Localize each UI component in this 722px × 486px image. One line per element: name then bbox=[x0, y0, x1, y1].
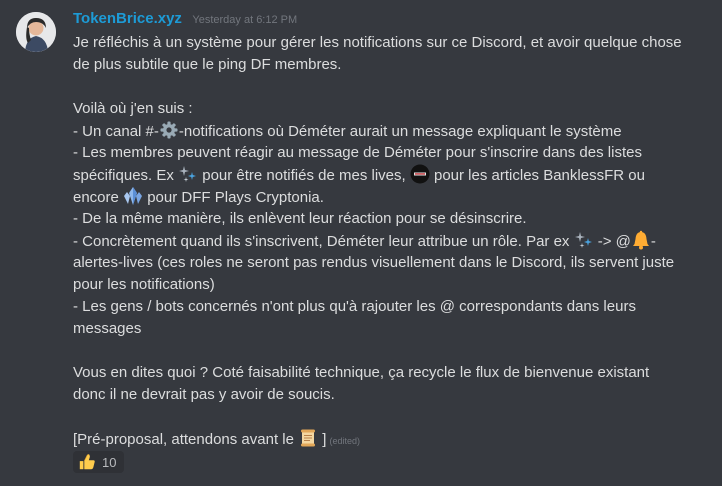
crystal-icon[interactable] bbox=[123, 186, 143, 206]
avatar[interactable] bbox=[16, 12, 56, 52]
bell-icon[interactable] bbox=[631, 230, 651, 250]
text-segment: -> @ bbox=[593, 233, 631, 250]
thumbs-up-icon bbox=[78, 453, 96, 471]
message-line: donc il ne devrait pas y avoir de soucis… bbox=[73, 386, 335, 403]
chat-message: TokenBrice.xyz Yesterday at 6:12 PM Je r… bbox=[0, 0, 722, 486]
edited-label: (edited) bbox=[329, 436, 360, 446]
text-segment: ] bbox=[318, 431, 327, 448]
message-line: - Les gens / bots concernés n'ont plus q… bbox=[73, 298, 636, 315]
message-line: - Les membres peuvent réagir au message … bbox=[73, 144, 642, 161]
text-segment: - Un canal #- bbox=[73, 123, 159, 140]
text-segment: - bbox=[650, 233, 656, 250]
scroll-icon[interactable] bbox=[298, 428, 318, 448]
sparkles-icon[interactable] bbox=[574, 230, 594, 250]
message-line: - Un canal #- -notifications où Déméter a… bbox=[73, 120, 713, 142]
text-segment: [Pré-proposal, attendons avant le bbox=[73, 431, 299, 448]
message-line: spécifiques. Ex pour être notifiés de me… bbox=[73, 164, 713, 186]
text-segment: -notifications où Déméter aurait un mess… bbox=[178, 123, 622, 140]
gear-icon[interactable] bbox=[159, 120, 179, 140]
message-line: pour les notifications) bbox=[73, 276, 215, 293]
text-segment: spécifiques. Ex bbox=[73, 167, 179, 184]
message-content: Je réfléchis à un système pour gérer les… bbox=[73, 32, 713, 450]
text-segment: - Concrètement quand ils s'inscrivent, D… bbox=[73, 233, 574, 250]
message-line: messages bbox=[73, 320, 142, 337]
message-header: TokenBrice.xyz Yesterday at 6:12 PM bbox=[73, 10, 297, 30]
text-segment: pour les articles BanklessFR ou bbox=[429, 167, 645, 184]
text-segment: pour DFF Plays Cryptonia. bbox=[143, 189, 324, 206]
message-line: Voilà où j'en suis : bbox=[73, 100, 193, 117]
message-line: Vous en dites quoi ? Coté faisabilité te… bbox=[73, 364, 650, 381]
message-line: - Concrètement quand ils s'inscrivent, D… bbox=[73, 230, 713, 252]
message-line: - De la même manière, ils enlèvent leur … bbox=[73, 210, 527, 227]
text-segment: encore bbox=[73, 189, 124, 206]
message-line: encore pour DFF Plays Cryptonia. bbox=[73, 186, 713, 208]
message-line: Je réfléchis à un système pour gérer les… bbox=[73, 34, 682, 51]
message-line: alertes-lives (ces roles ne seront pas r… bbox=[73, 254, 675, 271]
username[interactable]: TokenBrice.xyz bbox=[73, 10, 182, 27]
message-line: de plus subtile que le ping DF membres. bbox=[73, 56, 342, 73]
reaction-thumbs-up[interactable]: 10 bbox=[73, 451, 125, 473]
message-line: [Pré-proposal, attendons avant le ] (edit… bbox=[73, 428, 713, 450]
text-segment: pour être notifiés de mes lives, bbox=[198, 167, 410, 184]
bankless-logo-icon[interactable] bbox=[410, 164, 430, 184]
sparkles-icon[interactable] bbox=[178, 164, 198, 184]
timestamp[interactable]: Yesterday at 6:12 PM bbox=[192, 14, 297, 26]
reaction-count: 10 bbox=[102, 454, 117, 470]
